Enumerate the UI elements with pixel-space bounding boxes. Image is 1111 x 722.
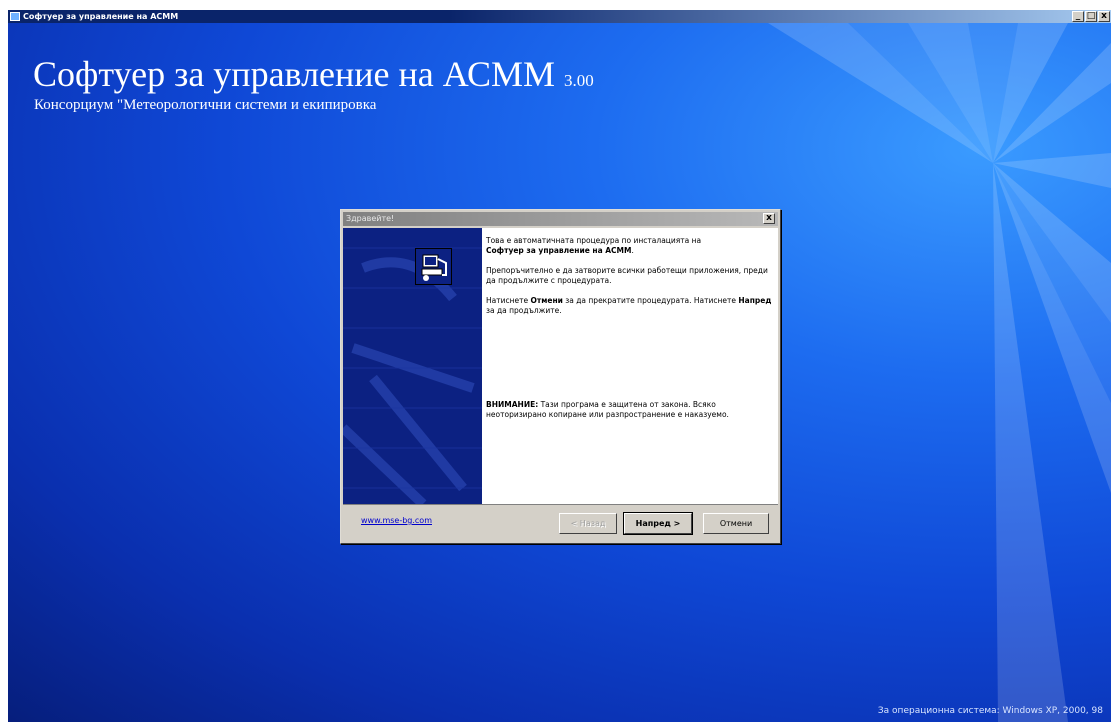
instr-next-word: Напред	[738, 296, 772, 305]
intro-period: .	[631, 246, 634, 255]
instr-text-b: за да прекратите процедурата. Натиснете	[562, 296, 739, 305]
intro-text: Това е автоматичната процедура по инстал…	[486, 236, 702, 245]
os-requirements-note: За операционна система: Windows XP, 2000…	[877, 706, 1103, 716]
product-name: Софтуер за управление на АСММ	[486, 246, 632, 255]
installer-subtitle: Консорциум "Метеорологични системи и еки…	[34, 97, 377, 113]
computer-setup-icon	[415, 248, 452, 285]
back-button[interactable]: < Назад	[559, 513, 617, 534]
recommendation-paragraph: Препоръчително е да затворите всички раб…	[486, 266, 768, 285]
installer-title-text: Софтуер за управление на АСММ	[33, 54, 555, 94]
website-link[interactable]: www.mse-bg.com	[361, 516, 432, 525]
window-titlebar[interactable]: Софтуер за управление на АСММ _ □ x	[8, 10, 1111, 23]
dialog-titlebar[interactable]: Здравейте! x	[343, 212, 778, 226]
app-icon	[10, 12, 20, 21]
dialog-side-banner	[343, 228, 482, 504]
instr-cancel-word: Отмени	[530, 296, 563, 305]
cancel-button[interactable]: Отмени	[703, 513, 769, 534]
dialog-footer: www.mse-bg.com < Назад Напред > Отмени	[343, 504, 778, 542]
dialog-close-button[interactable]: x	[763, 213, 775, 224]
close-button[interactable]: x	[1098, 11, 1110, 22]
warning-label: ВНИМАНИЕ:	[486, 400, 539, 409]
window-title: Софтуер за управление на АСММ	[23, 12, 179, 21]
maximize-button[interactable]: □	[1085, 11, 1097, 22]
minimize-button[interactable]: _	[1072, 11, 1084, 22]
next-button[interactable]: Напред >	[623, 512, 693, 535]
installer-window: Софтуер за управление на АСММ _ □ x Софт…	[8, 10, 1111, 722]
instr-text-a: Натиснете	[486, 296, 531, 305]
welcome-dialog: Здравейте! x Това е автоматичната процед…	[340, 209, 781, 544]
warning-paragraph: ВНИМАНИЕ: Тази програма е защитена от за…	[486, 400, 776, 420]
banner-decoration	[343, 247, 482, 504]
instr-text-c: за да продължите.	[486, 306, 562, 315]
dialog-body: Това е автоматичната процедура по инстал…	[343, 228, 778, 504]
instructions-paragraph: Натиснете Отмени за да прекратите процед…	[486, 296, 776, 316]
installer-version: 3.00	[564, 71, 594, 90]
dialog-message: Това е автоматичната процедура по инстал…	[486, 236, 776, 419]
installer-title: Софтуер за управление на АСММ 3.00	[33, 53, 594, 95]
intro-paragraph: Това е автоматичната процедура по инстал…	[486, 236, 776, 256]
dialog-title: Здравейте!	[346, 214, 395, 223]
